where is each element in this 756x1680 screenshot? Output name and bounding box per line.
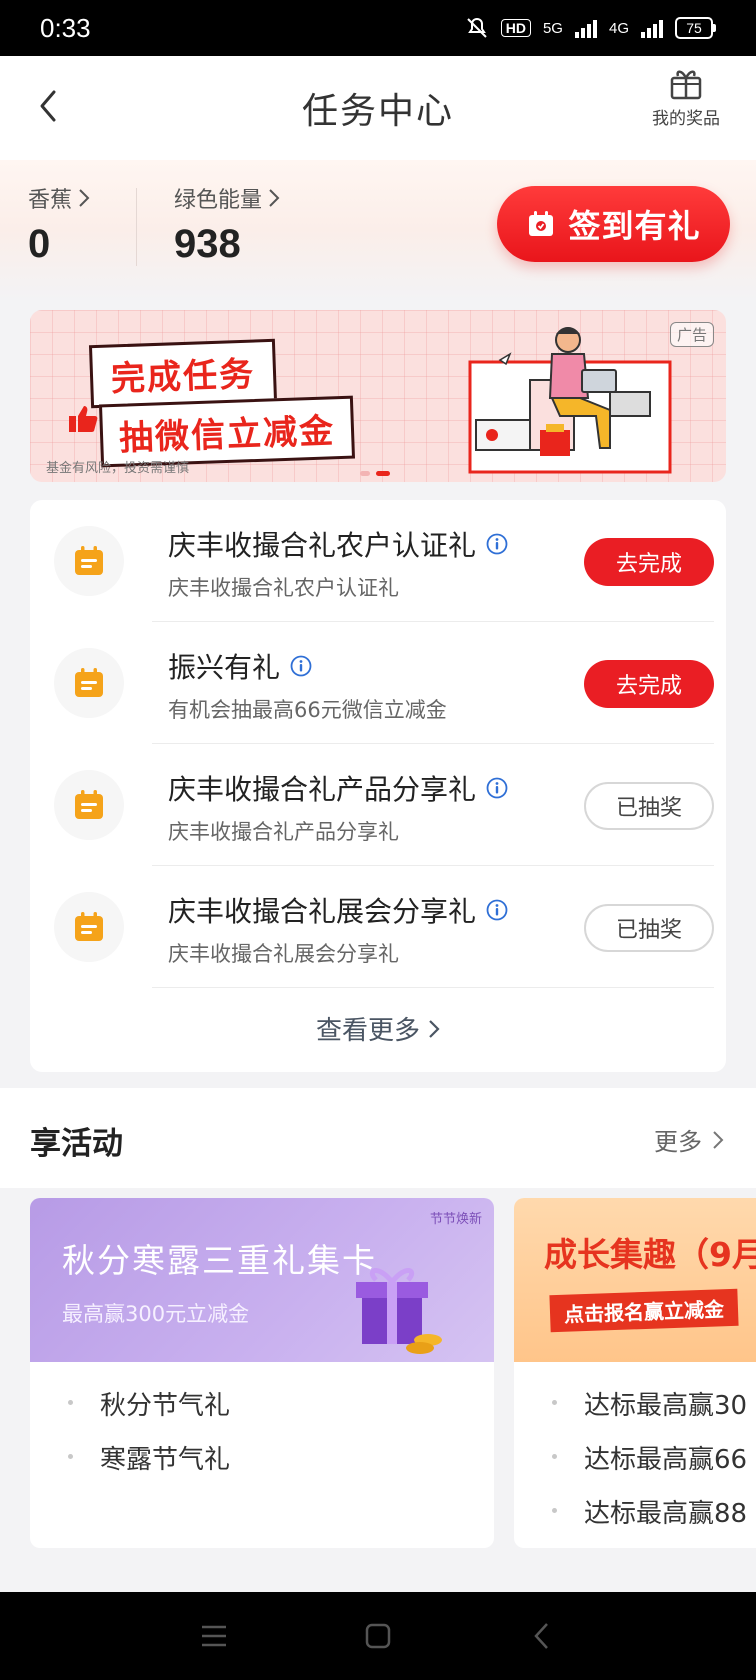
- see-more-link[interactable]: 查看更多: [30, 1010, 726, 1047]
- task-title: 庆丰收撮合礼展会分享礼: [168, 895, 477, 928]
- activity-banner-title: 秋分寒露三重礼集卡: [62, 1241, 377, 1280]
- home-button[interactable]: [356, 1614, 400, 1658]
- activity-item[interactable]: 达标最高赢30: [514, 1376, 747, 1430]
- banana-label: 香蕉: [28, 188, 73, 213]
- checkin-label: 签到有礼: [568, 207, 701, 245]
- battery-level: 75: [675, 17, 713, 39]
- green-energy-points[interactable]: 绿色能量 938: [174, 182, 280, 267]
- task-row: 庆丰收撮合礼产品分享礼 庆丰收撮合礼产品分享礼 已抽奖: [30, 744, 726, 866]
- task-subtitle: 庆丰收撮合礼农户认证礼: [168, 576, 399, 600]
- activities-title: 享活动: [30, 1126, 123, 1162]
- hd-badge: HD: [500, 19, 531, 37]
- activity-banner[interactable]: 节节焕新 秋分寒露三重礼集卡 最高赢300元立减金: [30, 1198, 494, 1362]
- activities-section: 享活动 更多 节节焕新 秋分寒露三重礼集卡 最高赢300元立减金 秋分节气礼 寒…: [0, 1088, 756, 1592]
- banana-points[interactable]: 香蕉 0: [28, 182, 90, 267]
- system-nav-bar: [0, 1592, 756, 1680]
- signal-icon: [574, 18, 597, 38]
- calendar-icon: [75, 668, 103, 697]
- system-back-button[interactable]: [520, 1614, 564, 1658]
- task-list-card: 庆丰收撮合礼农户认证礼 庆丰收撮合礼农户认证礼 去完成 振兴有礼 有机会抽最高6…: [30, 500, 726, 1072]
- calendar-icon: [75, 790, 103, 819]
- activity-banner[interactable]: 成长集趣（9月 点击报名赢立减金: [514, 1198, 756, 1362]
- info-icon[interactable]: [486, 777, 508, 799]
- task-subtitle: 庆丰收撮合礼产品分享礼: [168, 820, 399, 844]
- my-prizes-button[interactable]: 我的奖品: [648, 66, 724, 129]
- status-bar: 0:33 HD 5G 4G 75: [0, 0, 756, 56]
- status-icons: HD 5G 4G 75: [465, 16, 716, 40]
- page-title: 任务中心: [301, 91, 454, 132]
- activity-banner-subtitle: 点击报名赢立减金: [549, 1288, 739, 1333]
- my-prizes-label: 我的奖品: [652, 109, 720, 129]
- activity-list: 达标最高赢30 达标最高赢66 达标最高赢88: [514, 1376, 747, 1538]
- go-complete-button[interactable]: 去完成: [584, 660, 714, 708]
- banner-disclaimer: 基金有风险，投资需谨慎: [46, 461, 190, 476]
- green-energy-label: 绿色能量: [174, 188, 263, 213]
- signal-icon: [641, 18, 663, 38]
- calendar-icon: [75, 912, 103, 941]
- network-5g-label: 5G: [542, 19, 563, 37]
- chevron-right-icon: [713, 1130, 724, 1149]
- ad-banner[interactable]: 广告 完成任务 抽微信立减金 基金有风险，投资需谨慎: [30, 310, 726, 482]
- banner-illustration: [468, 327, 672, 474]
- banner-pager: [360, 471, 390, 476]
- activity-item[interactable]: 寒露节气礼: [30, 1430, 230, 1484]
- drawn-button[interactable]: 已抽奖: [584, 782, 714, 830]
- status-time: 0:33: [40, 12, 91, 43]
- task-row: 振兴有礼 有机会抽最高66元微信立减金 去完成: [30, 622, 726, 744]
- activities-more-link[interactable]: 更多: [654, 1122, 724, 1157]
- header: 任务中心 我的奖品: [0, 56, 756, 160]
- mute-bell-icon: [467, 17, 487, 38]
- battery-icon: 75: [675, 17, 716, 39]
- activity-card[interactable]: 节节焕新 秋分寒露三重礼集卡 最高赢300元立减金 秋分节气礼 寒露节气礼: [30, 1198, 494, 1548]
- task-row: 庆丰收撮合礼展会分享礼 庆丰收撮合礼展会分享礼 已抽奖: [30, 866, 726, 988]
- calendar-icon: [75, 546, 103, 575]
- task-title: 庆丰收撮合礼农户认证礼: [168, 529, 477, 562]
- square-icon: [365, 1623, 391, 1649]
- activity-banner-title: 成长集趣（9月: [544, 1235, 756, 1274]
- activity-item[interactable]: 达标最高赢88: [514, 1484, 747, 1538]
- activity-item[interactable]: 达标最高赢66: [514, 1430, 747, 1484]
- back-button[interactable]: [36, 80, 76, 132]
- recent-apps-button[interactable]: [192, 1614, 236, 1658]
- banana-value: 0: [28, 222, 51, 266]
- task-title: 庆丰收撮合礼产品分享礼: [168, 773, 477, 806]
- gift-box-icon: [356, 1268, 442, 1354]
- activity-banner-subtitle: 最高赢300元立减金: [62, 1302, 250, 1326]
- chevron-right-icon: [79, 189, 90, 207]
- points-divider: [136, 188, 137, 266]
- task-title: 振兴有礼: [168, 651, 281, 684]
- activities-more-label: 更多: [654, 1128, 702, 1156]
- info-icon[interactable]: [486, 899, 508, 921]
- drawn-button[interactable]: 已抽奖: [584, 904, 714, 952]
- banner-headline: 完成任务: [88, 338, 278, 409]
- activity-card[interactable]: 成长集趣（9月 点击报名赢立减金 达标最高赢30 达标最高赢66 达标最高赢88: [514, 1198, 756, 1548]
- chevron-left-icon: [40, 90, 56, 122]
- green-energy-value: 938: [174, 222, 241, 266]
- task-row: 庆丰收撮合礼农户认证礼 庆丰收撮合礼农户认证礼 去完成: [30, 500, 726, 622]
- points-area: 香蕉 0 绿色能量 938 签到有礼: [0, 160, 756, 300]
- back-arrow-icon: [534, 1623, 548, 1649]
- go-complete-button[interactable]: 去完成: [584, 538, 714, 586]
- activity-item[interactable]: 秋分节气礼: [30, 1376, 230, 1430]
- info-icon[interactable]: [486, 533, 508, 555]
- menu-icon: [202, 1625, 226, 1647]
- info-icon[interactable]: [290, 655, 312, 677]
- checkin-button[interactable]: 签到有礼: [497, 186, 730, 262]
- task-subtitle: 庆丰收撮合礼展会分享礼: [168, 942, 399, 966]
- activity-list: 秋分节气礼 寒露节气礼: [30, 1376, 230, 1484]
- chevron-right-icon: [269, 189, 280, 207]
- calendar-check-icon: [529, 211, 554, 236]
- task-subtitle: 有机会抽最高66元微信立减金: [168, 698, 447, 722]
- gift-icon: [670, 70, 702, 100]
- chevron-right-icon: [429, 1019, 440, 1038]
- see-more-label: 查看更多: [315, 1016, 420, 1046]
- activity-banner-tag: 节节焕新: [429, 1212, 482, 1227]
- network-4g-label: 4G: [608, 19, 629, 37]
